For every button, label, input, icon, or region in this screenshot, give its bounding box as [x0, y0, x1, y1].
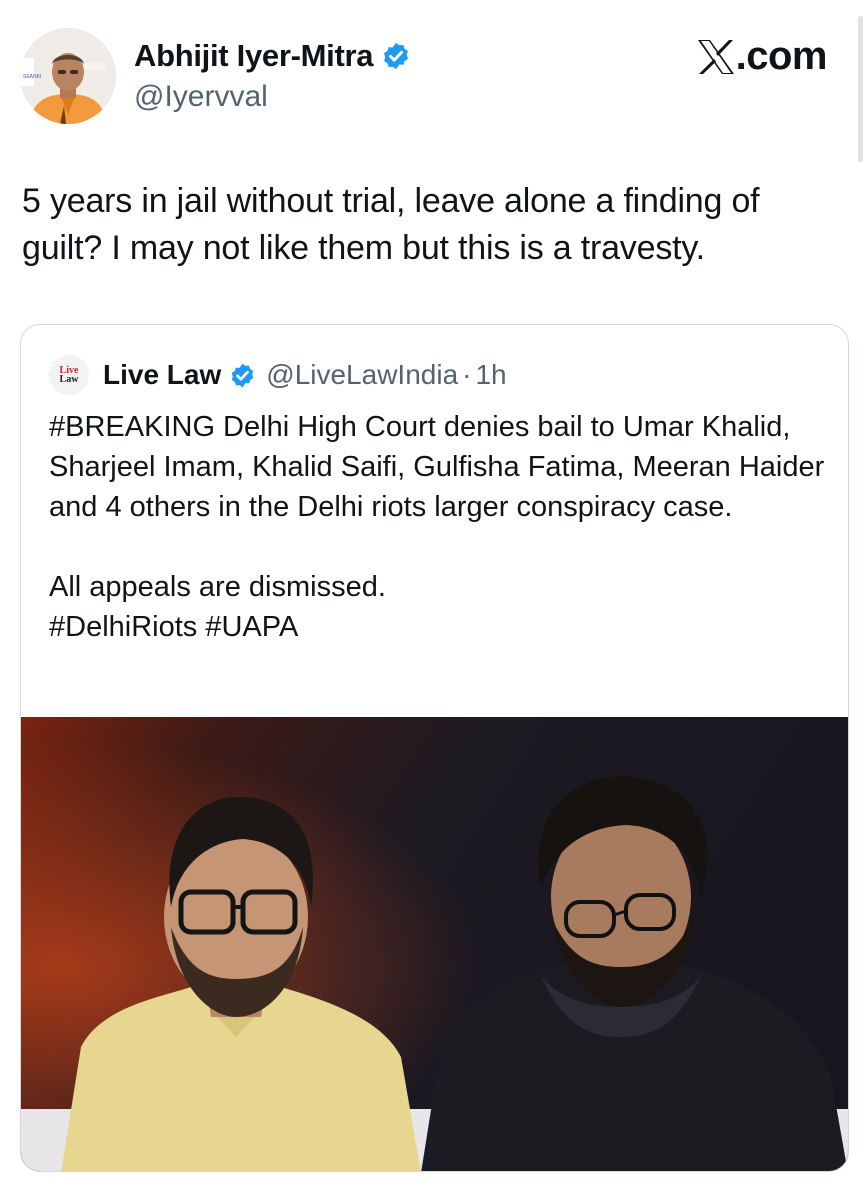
x-logo-icon	[697, 39, 734, 74]
logo-text-bottom: Law	[59, 374, 79, 385]
quoted-tweet-header: Live Law Live Law @LiveLawIndia · 1h	[49, 355, 507, 395]
author-name-text: Abhijit Iyer-Mitra	[134, 38, 374, 73]
verified-badge-icon	[384, 42, 409, 70]
tweet-text: 5 years in jail without trial, leave alo…	[22, 182, 760, 267]
x-com-brand: .com	[696, 34, 828, 79]
verified-badge-icon	[231, 363, 254, 387]
brand-domain-label: .com	[735, 34, 828, 78]
author-handle[interactable]: @Iyervval	[134, 80, 268, 114]
quoted-tweet-card[interactable]: Live Law Live Law @LiveLawIndia · 1h #BR…	[20, 324, 849, 1172]
scrollbar[interactable]	[858, 16, 863, 162]
quoted-hashtags[interactable]: #DelhiRiots #UAPA	[49, 607, 829, 647]
livelaw-logo-icon[interactable]: Live Law	[49, 355, 89, 395]
quoted-tweet-text: #BREAKING Delhi High Court denies bail t…	[49, 407, 829, 647]
author-avatar[interactable]: SEANKI	[20, 28, 116, 124]
author-name[interactable]: Abhijit Iyer-Mitra	[134, 38, 411, 74]
quoted-author-name[interactable]: Live Law	[103, 359, 221, 391]
quoted-author-handle[interactable]: @LiveLawIndia	[266, 359, 458, 391]
separator-dot: ·	[462, 359, 472, 390]
avatar-photo: SEANKI	[20, 28, 116, 124]
quoted-tweet-image[interactable]	[21, 717, 848, 1171]
quoted-body-line: All appeals are dismissed.	[49, 571, 386, 603]
quoted-timestamp[interactable]: 1h	[475, 359, 506, 391]
news-photo	[21, 717, 848, 1171]
avatar-banner-text: SEANKI	[23, 74, 41, 80]
quoted-body-paragraph: #BREAKING Delhi High Court denies bail t…	[49, 411, 825, 523]
